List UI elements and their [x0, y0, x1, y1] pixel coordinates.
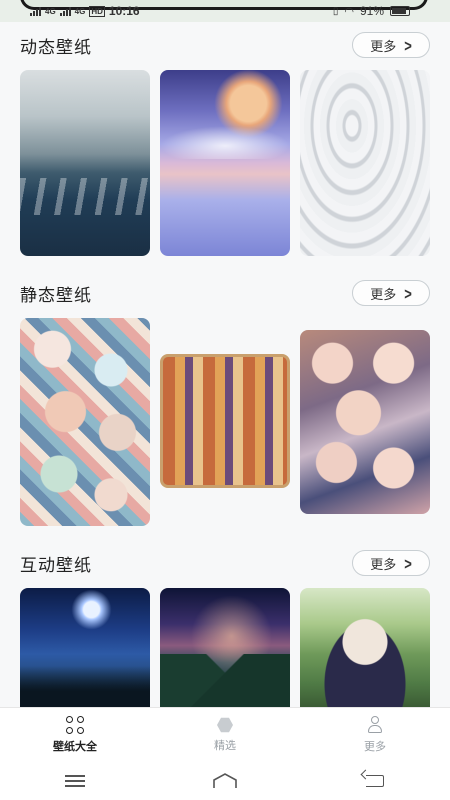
chevron-right-icon: >: [404, 35, 412, 55]
nav-item-more[interactable]: 更多: [300, 708, 450, 762]
section-header-dynamic: 动态壁纸 更多 >: [20, 32, 430, 58]
wifi-icon: ◠: [344, 5, 354, 18]
more-button-interactive[interactable]: 更多 >: [352, 550, 430, 576]
signal-icon: [30, 6, 41, 16]
more-button-dynamic[interactable]: 更多 >: [352, 32, 430, 58]
battery-icon: [390, 6, 410, 16]
home-icon[interactable]: [212, 773, 238, 789]
carrier-label-2: 4G: [74, 6, 86, 16]
back-icon[interactable]: [362, 773, 388, 789]
forest-girl-wallpaper[interactable]: [300, 588, 430, 708]
status-right: ▯ ◠ 91%: [333, 4, 410, 18]
status-bar: 4G 4G HD 10:16 ▯ ◠ 91%: [0, 0, 450, 22]
nav-item-featured[interactable]: 精选: [150, 708, 300, 762]
status-time: 10:16: [108, 4, 140, 18]
menu-icon[interactable]: [62, 773, 88, 789]
moon-over-sea-wallpaper[interactable]: [160, 70, 290, 256]
bottom-nav: 壁纸大全 精选 更多: [0, 707, 450, 762]
section-header-interactive: 互动壁纸 更多 >: [20, 550, 430, 576]
ocean-waves-wallpaper[interactable]: [20, 70, 150, 256]
nav-label: 更多: [364, 741, 386, 753]
section-header-static: 静态壁纸 更多 >: [20, 280, 430, 306]
back-shape: [366, 775, 384, 787]
section-title: 互动壁纸: [20, 555, 92, 575]
battery-percent: 91%: [359, 4, 384, 18]
chevron-right-icon: >: [404, 283, 412, 303]
more-label: 更多: [370, 38, 397, 54]
chevron-right-icon: >: [404, 553, 412, 573]
nav-label: 壁纸大全: [53, 741, 97, 753]
grid-icon: [66, 716, 84, 734]
status-left: 4G 4G HD 10:16: [30, 4, 140, 18]
nav-item-wallpapers[interactable]: 壁纸大全: [0, 708, 150, 762]
user-icon: [366, 716, 384, 734]
signal-icon-2: [59, 6, 71, 16]
more-button-static[interactable]: 更多 >: [352, 280, 430, 306]
vibrate-icon: ▯: [332, 5, 339, 17]
home-shape: [213, 773, 237, 788]
system-nav-bar: [0, 762, 450, 800]
anime-collage-wallpaper[interactable]: [20, 318, 150, 526]
night-moon-wallpaper[interactable]: [20, 588, 150, 708]
more-label: 更多: [370, 286, 397, 302]
section-title: 动态壁纸: [20, 37, 92, 57]
girl-group-collage-wallpaper[interactable]: [300, 330, 430, 514]
galaxy-forest-wallpaper[interactable]: [160, 588, 290, 708]
carrier-label: 4G: [45, 6, 56, 16]
hd-badge: HD: [89, 5, 105, 17]
water-ripples-wallpaper[interactable]: [300, 70, 430, 256]
temple-illustration-wallpaper[interactable]: [160, 354, 290, 488]
more-label: 更多: [370, 556, 397, 572]
nav-label: 精选: [214, 740, 236, 752]
hexagon-icon: [217, 717, 233, 733]
section-title: 静态壁纸: [20, 285, 92, 305]
